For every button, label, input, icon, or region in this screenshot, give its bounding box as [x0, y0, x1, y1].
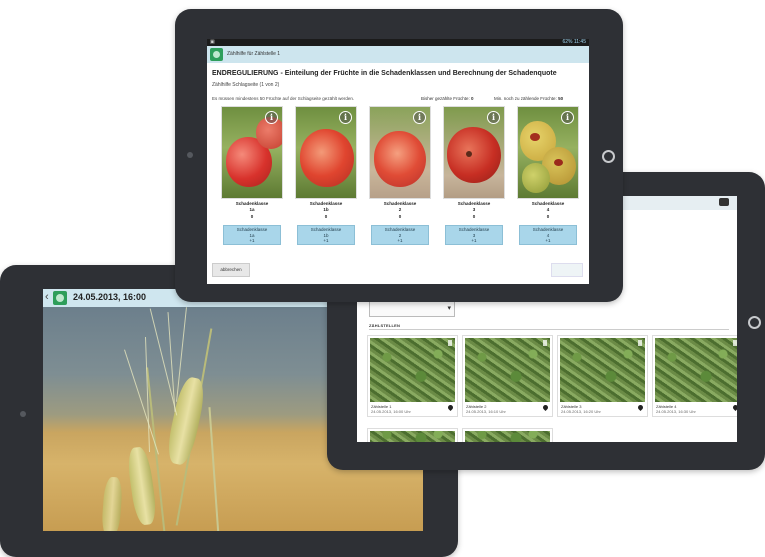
camera-dot: [20, 411, 26, 417]
damage-class-column: i Schadenklasse 4 0 Schadenklasse 4 +1: [517, 106, 579, 245]
thumbnail-date: 24.05.2013, 16:30 Uhr: [656, 409, 696, 414]
photo-thumbnail[interactable]: [462, 428, 553, 442]
photo-thumbnail[interactable]: Zählstelle 2 24.05.2013, 16:10 Uhr: [462, 335, 553, 417]
remaining-value: 50: [558, 96, 564, 101]
counted-label: Bisher gezählte Früchte:: [421, 96, 470, 101]
photo-thumbnail[interactable]: Zählstelle 1 24.05.2013, 16:00 Uhr: [367, 335, 458, 417]
chevron-down-icon: ▾: [447, 305, 451, 312]
status-bar: ▣ 62% 11:45: [207, 39, 589, 46]
photo-image: [655, 338, 737, 402]
requirement-text: Es müssen mindestens 50 Früchte auf der …: [212, 96, 355, 101]
battery-level: 62%: [562, 39, 573, 45]
divider: [369, 329, 729, 330]
select-dropdown[interactable]: ▾: [369, 301, 455, 317]
damage-class-column: i Schadenklasse 3 0 Schadenklasse 3 +1: [443, 106, 505, 245]
remaining-fruits: Min. noch zu zählende Früchte: 50: [494, 96, 563, 101]
app-bar: Zählhilfe für Zählstelle 1: [207, 46, 589, 63]
status-time: 11:45: [573, 39, 586, 45]
class-count: 0: [546, 214, 550, 219]
class-count: 0: [250, 214, 254, 219]
class-label: Schadenklasse 4: [531, 201, 565, 212]
photo-image: [560, 338, 645, 402]
apple-photo: i: [517, 106, 579, 199]
camera-icon[interactable]: [719, 198, 729, 206]
thumbnail-date: 24.05.2013, 16:00 Uhr: [371, 409, 411, 414]
photo-image: [370, 431, 455, 442]
page-subtitle: Zählhilfe Schlagseite (1 von 2): [212, 82, 280, 88]
increment-class-button[interactable]: Schadenklasse 3 +1: [445, 225, 503, 245]
class-count: 0: [398, 214, 402, 219]
damage-class-screen: ▣ 62% 11:45 Zählhilfe für Zählstelle 1 E…: [207, 39, 589, 284]
photo-image: [465, 431, 550, 442]
back-arrow-icon[interactable]: ‹: [45, 291, 49, 303]
damage-class-column: i Schadenklasse 1b 0 Schadenklasse 1b +1: [295, 106, 357, 245]
class-label: Schadenklasse 1a: [235, 201, 269, 212]
tablet-damage-classes: ▣ 62% 11:45 Zählhilfe für Zählstelle 1 E…: [175, 9, 623, 302]
thumbnail-date: 24.05.2013, 16:20 Uhr: [561, 409, 601, 414]
app-logo-icon: [53, 291, 67, 305]
apple-photo: i: [221, 106, 283, 199]
home-button[interactable]: [602, 150, 615, 163]
trash-icon[interactable]: [733, 340, 737, 346]
photo-thumbnail[interactable]: [367, 428, 458, 442]
location-pin-icon[interactable]: [636, 403, 645, 412]
counted-value: 0: [471, 96, 474, 101]
class-count: 0: [472, 214, 476, 219]
info-icon[interactable]: i: [265, 111, 278, 124]
damage-class-column: i Schadenklasse 1a 0 Schadenklasse 1a +1: [221, 106, 283, 245]
increment-class-button[interactable]: Schadenklasse 1b +1: [297, 225, 355, 245]
location-pin-icon[interactable]: [731, 403, 737, 412]
trash-icon[interactable]: [448, 340, 452, 346]
increment-class-button[interactable]: Schadenklasse 4 +1: [519, 225, 577, 245]
app-title: Zählhilfe für Zählstelle 1: [227, 51, 281, 57]
class-label: Schadenklasse 3: [457, 201, 491, 212]
class-label: Schadenklasse 1b: [309, 201, 343, 212]
status-right: 62% 11:45: [562, 39, 586, 46]
camera-dot: [187, 152, 193, 158]
photo-datetime: 24.05.2013, 16:00: [73, 292, 147, 302]
home-button[interactable]: [748, 316, 761, 329]
photo-image: [370, 338, 455, 402]
counted-fruits: Bisher gezählte Früchte: 0: [421, 96, 474, 101]
confirm-button[interactable]: [551, 263, 583, 277]
info-icon[interactable]: i: [487, 111, 500, 124]
apple-photo: i: [369, 106, 431, 199]
notification-icon: ▣: [210, 39, 215, 45]
photo-image: [465, 338, 550, 402]
damage-class-column: i Schadenklasse 2 0 Schadenklasse 2 +1: [369, 106, 431, 245]
increment-class-button[interactable]: Schadenklasse 1a +1: [223, 225, 281, 245]
location-pin-icon[interactable]: [446, 403, 455, 412]
remaining-label: Min. noch zu zählende Früchte:: [494, 96, 557, 101]
info-icon[interactable]: i: [561, 111, 574, 124]
trash-icon[interactable]: [638, 340, 642, 346]
increment-class-button[interactable]: Schadenklasse 2 +1: [371, 225, 429, 245]
photo-thumbnail[interactable]: Zählstelle 3 24.05.2013, 16:20 Uhr: [557, 335, 648, 417]
thumbnail-date: 24.05.2013, 16:10 Uhr: [466, 409, 506, 414]
photo-thumbnail[interactable]: Zählstelle 4 24.05.2013, 16:30 Uhr: [652, 335, 737, 417]
trash-icon[interactable]: [543, 340, 547, 346]
apple-photo: i: [295, 106, 357, 199]
info-icon[interactable]: i: [413, 111, 426, 124]
info-icon[interactable]: i: [339, 111, 352, 124]
apple-photo: i: [443, 106, 505, 199]
class-label: Schadenklasse 2: [383, 201, 417, 212]
app-logo-icon[interactable]: [210, 48, 223, 61]
location-pin-icon[interactable]: [541, 403, 550, 412]
section-label: ZÄHLSTELLEN: [369, 323, 401, 328]
page-title: ENDREGULIERUNG - Einteilung der Früchte …: [212, 70, 557, 77]
cancel-button[interactable]: abbrechen: [212, 263, 250, 277]
class-count: 0: [324, 214, 328, 219]
